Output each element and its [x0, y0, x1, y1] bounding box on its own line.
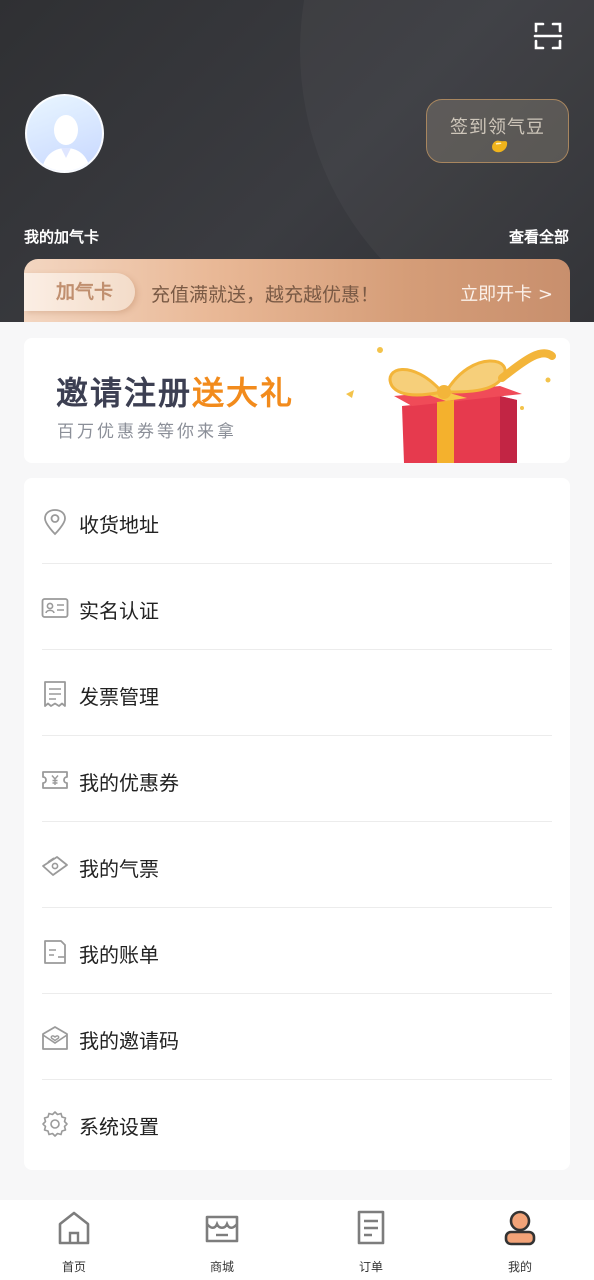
tab-label: 商城	[209, 1260, 234, 1274]
banner-title-main: 邀请注册	[56, 374, 193, 412]
menu-item-settings[interactable]: 系统设置	[24, 1080, 570, 1166]
tab-label: 我的	[507, 1260, 532, 1274]
view-all-link[interactable]: 查看全部	[509, 226, 569, 247]
menu-item-gas-tickets[interactable]: 我的气票	[24, 822, 570, 908]
profile-icon	[504, 1210, 536, 1246]
gas-card-promo-text: 充值满就送，越充越优惠！	[151, 284, 380, 306]
tab-home[interactable]: 首页	[24, 1200, 124, 1280]
tab-label: 订单	[358, 1260, 383, 1274]
menu-item-label: 系统设置	[79, 1115, 159, 1139]
scan-icon[interactable]	[533, 21, 563, 51]
gas-card-badge: 加气卡	[24, 273, 135, 311]
user-avatar-icon	[41, 115, 91, 171]
order-icon	[357, 1210, 385, 1245]
menu-item-label: 我的优惠券	[79, 771, 179, 795]
ticket-icon	[42, 856, 68, 876]
menu-item-coupons[interactable]: 我的优惠券	[24, 736, 570, 822]
coupon-icon	[42, 771, 68, 789]
menu-item-invoice[interactable]: 发票管理	[24, 650, 570, 736]
banner-title-highlight: 送大礼	[192, 374, 295, 412]
invite-banner[interactable]: 邀请注册送大礼 百万优惠券等你来拿	[24, 338, 570, 463]
menu-item-label: 我的邀请码	[79, 1029, 179, 1053]
menu-item-label: 我的账单	[79, 943, 159, 967]
gas-card-badge-label: 加气卡	[55, 281, 113, 303]
gas-card-section-title: 我的加气卡	[24, 228, 100, 246]
tab-shop[interactable]: 商城	[172, 1200, 272, 1280]
invite-code-icon	[42, 1026, 68, 1050]
bill-icon	[44, 940, 66, 964]
tab-profile[interactable]: 我的	[470, 1200, 570, 1280]
menu-item-bills[interactable]: 我的账单	[24, 908, 570, 994]
menu-item-label: 收货地址	[79, 513, 159, 537]
menu-item-label: 实名认证	[79, 599, 159, 623]
menu-item-label: 我的气票	[79, 857, 159, 881]
settings-menu: 收货地址 实名认证 发票管理 我的优惠券 我的气票 我的账单 我的邀请码 系统设…	[24, 478, 570, 1170]
avatar[interactable]	[25, 94, 104, 173]
tab-orders[interactable]: 订单	[321, 1200, 421, 1280]
menu-item-label: 发票管理	[79, 685, 159, 709]
banner-subtitle: 百万优惠券等你来拿	[57, 422, 237, 442]
home-icon	[58, 1211, 90, 1245]
bottom-tab-bar: 首页 商城 订单 我的	[0, 1200, 594, 1280]
menu-item-invite-code[interactable]: 我的邀请码	[24, 994, 570, 1080]
menu-item-realname[interactable]: 实名认证	[24, 564, 570, 650]
checkin-button[interactable]: 签到领气豆	[426, 99, 569, 163]
profile-header: 签到领气豆 我的加气卡 查看全部 加气卡 充值满就送，越充越优惠！ 立即开卡 >	[0, 0, 594, 322]
gift-box-icon	[346, 347, 556, 463]
tab-label: 首页	[61, 1260, 86, 1274]
id-card-icon	[41, 598, 69, 618]
gas-card-promo[interactable]: 加气卡 充值满就送，越充越优惠！ 立即开卡 >	[24, 259, 570, 322]
invoice-icon	[44, 681, 66, 707]
location-icon	[44, 509, 66, 536]
menu-item-address[interactable]: 收货地址	[24, 478, 570, 564]
open-card-link[interactable]: 立即开卡 >	[460, 280, 553, 306]
shop-icon	[205, 1215, 239, 1243]
settings-icon	[42, 1111, 68, 1137]
bean-icon	[492, 140, 508, 153]
banner-title: 邀请注册送大礼	[56, 368, 294, 414]
